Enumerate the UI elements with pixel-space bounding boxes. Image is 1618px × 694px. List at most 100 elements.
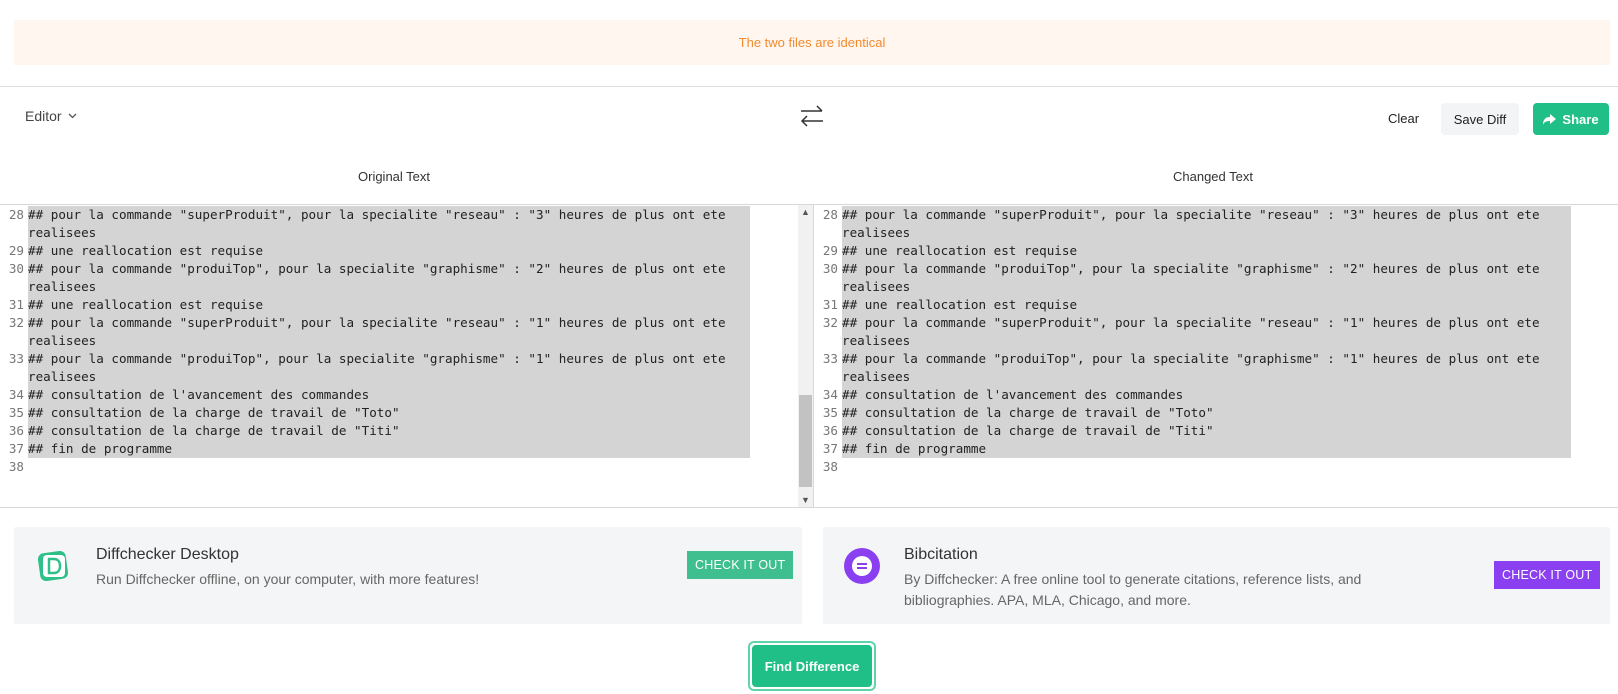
code-line: 28 ## pour la commande "superProduit", po… [814, 206, 1618, 224]
line-text: ## consultation de la charge de travail … [842, 422, 1571, 440]
desktop-desc: Run Diffchecker offline, on your compute… [96, 571, 480, 587]
line-number: 35 [822, 405, 838, 420]
editor-label: Editor [25, 108, 62, 124]
line-number: 31 [8, 297, 24, 312]
swap-icon[interactable] [797, 104, 827, 128]
line-number [0, 224, 28, 242]
changed-code: 28 ## pour la commande "superProduit", po… [814, 205, 1618, 476]
code-line: 37 ## fin de programme [814, 440, 1618, 458]
code-line: realisees [0, 224, 798, 242]
code-line: realisees [0, 332, 798, 350]
line-text: ## fin de programme [28, 440, 750, 458]
code-line: 33 ## pour la commande "produiTop", pour … [0, 350, 798, 368]
code-line: 32 ## pour la commande "superProduit", po… [0, 314, 798, 332]
line-text: ## consultation de l'avancement des comm… [28, 386, 750, 404]
line-number: 32 [8, 315, 24, 330]
changed-text-editor[interactable]: 28 ## pour la commande "superProduit", po… [813, 204, 1618, 508]
line-text: ## une reallocation est requise [28, 296, 750, 314]
scroll-thumb[interactable] [799, 395, 812, 487]
line-number: 38 [822, 459, 838, 474]
line-text: ## consultation de la charge de travail … [28, 404, 750, 422]
line-number [0, 368, 28, 386]
code-line: 30 ## pour la commande "produiTop", pour … [814, 260, 1618, 278]
share-button[interactable]: Share [1533, 103, 1609, 135]
original-text-title: Original Text [358, 169, 431, 184]
bibcitation-check-it-out-button[interactable]: CHECK IT OUT [1494, 561, 1601, 589]
line-number: 38 [8, 459, 24, 474]
line-text: realisees [28, 368, 750, 386]
code-line: realisees [814, 224, 1618, 242]
line-text: realisees [28, 278, 750, 296]
line-text: ## pour la commande "produiTop", pour la… [28, 260, 750, 278]
code-line: 34 ## consultation de l'avancement des co… [814, 386, 1618, 404]
clear-button[interactable]: Clear [1378, 103, 1429, 134]
editor-dropdown[interactable]: Editor [25, 108, 77, 124]
scroll-down-icon[interactable]: ▼ [801, 495, 810, 505]
code-line: 29 ## une reallocation est requise [814, 242, 1618, 260]
find-difference-focus-ring: Find Difference [748, 641, 876, 691]
line-text: ## une reallocation est requise [28, 242, 750, 260]
line-number: 37 [822, 441, 838, 456]
bibcitation-desc: By Diffchecker: A free online tool to ge… [904, 571, 1362, 608]
line-text: realisees [842, 224, 1571, 242]
line-number: 30 [8, 261, 24, 276]
original-text-editor[interactable]: 28 ## pour la commande "superProduit", po… [0, 204, 798, 508]
code-line: 35 ## consultation de la charge de travai… [814, 404, 1618, 422]
line-text: ## une reallocation est requise [842, 296, 1571, 314]
identical-notice: The two files are identical [14, 20, 1610, 65]
line-text: realisees [28, 224, 750, 242]
line-text: ## consultation de la charge de travail … [842, 404, 1571, 422]
line-number: 36 [8, 423, 24, 438]
code-line: 38 [814, 458, 1618, 476]
line-number: 29 [822, 243, 838, 258]
code-line: 30 ## pour la commande "produiTop", pour … [0, 260, 798, 278]
bibcitation-promo-card: Bibcitation By Diffchecker: A free onlin… [823, 527, 1610, 624]
code-line: 37 ## fin de programme [0, 440, 798, 458]
chevron-down-icon [68, 113, 77, 119]
share-label: Share [1562, 111, 1599, 127]
desktop-promo-card: Diffchecker Desktop Run Diffchecker offl… [14, 527, 802, 624]
code-line: 32 ## pour la commande "superProduit", po… [814, 314, 1618, 332]
diffchecker-logo-icon [37, 550, 69, 582]
original-code: 28 ## pour la commande "superProduit", po… [0, 205, 798, 476]
code-line: 31 ## une reallocation est requise [814, 296, 1618, 314]
line-number: 28 [8, 207, 24, 222]
line-number: 35 [8, 405, 24, 420]
desktop-check-it-out-button[interactable]: CHECK IT OUT [687, 551, 794, 579]
line-text: ## pour la commande "produiTop", pour la… [842, 260, 1571, 278]
bibcitation-logo-icon [844, 548, 880, 584]
code-line: 33 ## pour la commande "produiTop", pour … [814, 350, 1618, 368]
line-text: ## pour la commande "produiTop", pour la… [28, 350, 750, 368]
line-number [814, 278, 842, 296]
changed-text-title: Changed Text [1173, 169, 1253, 184]
line-text: realisees [842, 278, 1571, 296]
line-number [814, 368, 842, 386]
code-line: 31 ## une reallocation est requise [0, 296, 798, 314]
save-diff-button[interactable]: Save Diff [1441, 103, 1519, 135]
line-text: ## pour la commande "superProduit", pour… [842, 206, 1571, 224]
line-number: 37 [8, 441, 24, 456]
code-line: 28 ## pour la commande "superProduit", po… [0, 206, 798, 224]
line-text: realisees [28, 332, 750, 350]
vertical-scrollbar[interactable]: ▲ ▼ [798, 204, 813, 508]
line-number [814, 332, 842, 350]
line-number: 29 [8, 243, 24, 258]
find-difference-button[interactable]: Find Difference [752, 645, 872, 687]
code-line: 38 [0, 458, 798, 476]
share-icon [1543, 113, 1557, 125]
line-text: ## fin de programme [842, 440, 1571, 458]
scroll-up-icon[interactable]: ▲ [801, 207, 810, 217]
code-line: 36 ## consultation de la charge de travai… [0, 422, 798, 440]
line-number: 34 [8, 387, 24, 402]
line-number: 36 [822, 423, 838, 438]
code-line: realisees [814, 332, 1618, 350]
code-line: realisees [814, 368, 1618, 386]
code-line: realisees [0, 368, 798, 386]
line-text: ## une reallocation est requise [842, 242, 1571, 260]
code-line: realisees [0, 278, 798, 296]
desktop-title: Diffchecker Desktop [96, 546, 239, 563]
line-number [0, 278, 28, 296]
line-number: 30 [822, 261, 838, 276]
line-number [0, 332, 28, 350]
divider [0, 86, 1618, 87]
